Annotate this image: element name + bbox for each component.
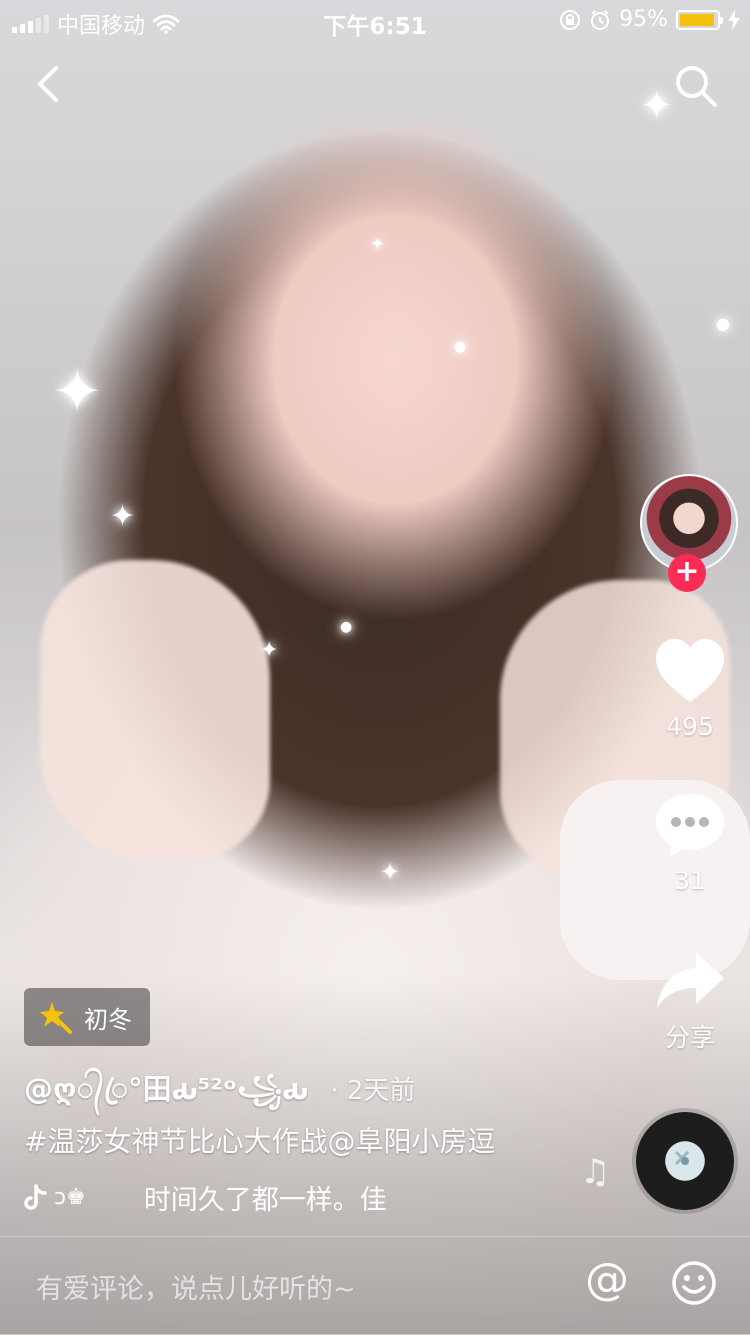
share-button[interactable]: 分享 — [640, 948, 740, 1054]
status-bar: 中国移动 下午6:51 95% — [0, 0, 750, 40]
rotation-lock-icon — [560, 9, 581, 30]
sparkle-effect: ✦ — [260, 638, 279, 663]
author-line: @ღ᭄ꦿ°田ԃ⁵²ᵒ꧁ԃ · 2天前 — [24, 1066, 415, 1126]
music-owner: ↄ♚ — [54, 1185, 86, 1210]
music-title: 时间久了都一样。佳 — [143, 1185, 387, 1216]
like-button[interactable]: 495 — [640, 636, 740, 741]
sparkle-effect: ● — [340, 619, 353, 635]
sparkle-effect: ✦ — [110, 499, 136, 534]
emoji-button[interactable] — [670, 1259, 718, 1307]
mention-button[interactable]: @ — [582, 1255, 632, 1305]
sparkle-effect: ✦ — [640, 83, 674, 129]
music-info[interactable]: ↄ♚ 时间久了都一样。佳 — [24, 1178, 404, 1217]
sparkle-effect: ✦ — [370, 234, 386, 255]
sparkle-effect: ✦ — [380, 858, 401, 886]
video-content — [40, 560, 270, 860]
follow-button[interactable]: + — [668, 554, 706, 592]
comment-bar: 有爱评论，说点儿好听的~ @ — [0, 1236, 750, 1335]
sticker-label: 初冬 — [84, 1005, 132, 1034]
battery-percent: 95% — [619, 7, 668, 32]
music-note-icon: ♫ — [580, 1152, 611, 1192]
search-button[interactable] — [672, 62, 720, 110]
author-username[interactable]: @ღ᭄ꦿ°田ԃ⁵²ᵒ꧁ԃ — [24, 1072, 308, 1106]
share-label: 分享 — [664, 1023, 715, 1052]
video-description[interactable]: #温莎女神节比心大作战@阜阳小房逗 — [24, 1120, 495, 1160]
disc-cover-icon — [674, 1150, 690, 1166]
sparkle-effect: ● — [716, 314, 730, 333]
like-count: 495 — [666, 712, 714, 741]
sparkle-effect: ● — [454, 339, 467, 355]
magic-wand-icon — [40, 1002, 72, 1034]
sticker-tag[interactable]: 初冬 — [24, 988, 150, 1046]
charging-bolt-icon — [728, 9, 740, 30]
author-avatar-group[interactable]: + — [640, 474, 738, 592]
tiktok-note-icon — [24, 1183, 47, 1210]
status-right: 95% — [559, 7, 740, 32]
chevron-left-icon — [38, 66, 58, 102]
comment-bubble-icon — [656, 794, 724, 858]
music-disc[interactable] — [636, 1112, 734, 1210]
comment-input[interactable]: 有爱评论，说点儿好听的~ — [36, 1267, 356, 1306]
smiley-icon — [672, 1261, 716, 1305]
alarm-icon — [591, 9, 610, 30]
battery-icon — [676, 9, 723, 30]
search-icon — [676, 66, 717, 107]
battery-fill — [680, 13, 715, 26]
post-time: · 2天前 — [330, 1076, 416, 1106]
heart-icon — [656, 639, 724, 702]
plus-icon: + — [674, 554, 700, 589]
back-button[interactable] — [28, 60, 72, 108]
share-arrow-icon — [657, 952, 724, 1008]
comment-count: 31 — [674, 866, 706, 895]
sparkle-effect: ✦ — [52, 357, 103, 427]
comment-button[interactable]: 31 — [640, 790, 740, 895]
